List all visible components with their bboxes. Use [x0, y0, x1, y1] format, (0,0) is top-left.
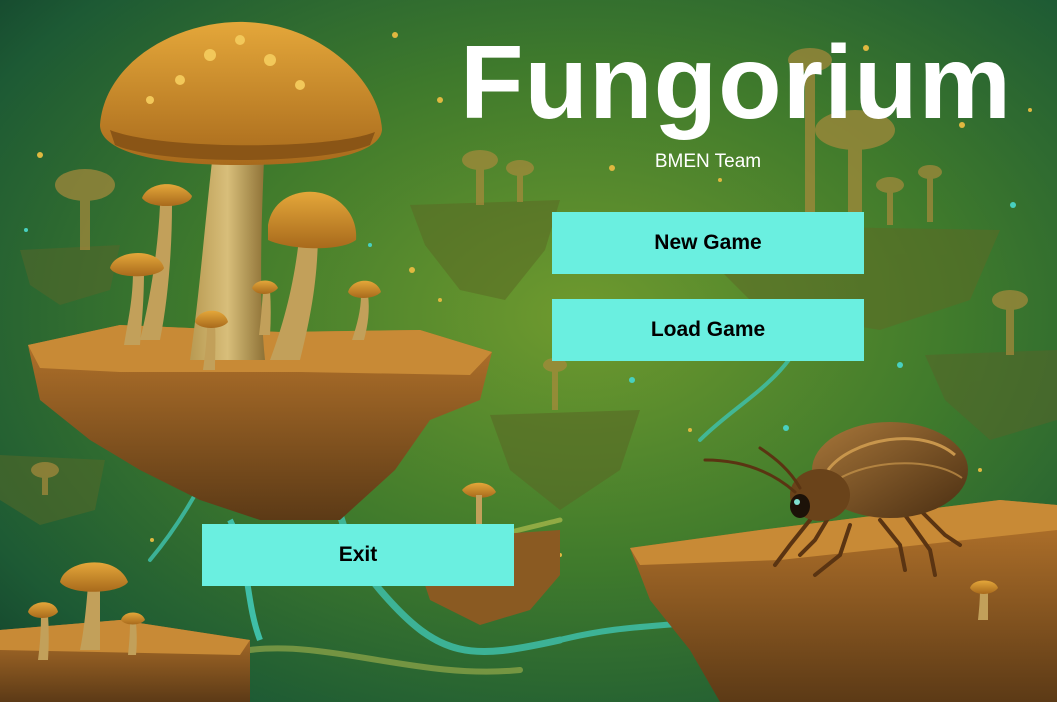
main-menu-screen: Fungorium BMEN Team New Game Load Game E…: [0, 0, 1057, 702]
team-credit: BMEN Team: [654, 151, 762, 172]
new-game-button[interactable]: New Game: [552, 212, 864, 274]
game-title: Fungorium: [460, 25, 1013, 141]
exit-button[interactable]: Exit: [202, 524, 514, 586]
load-game-button[interactable]: Load Game: [552, 299, 864, 361]
